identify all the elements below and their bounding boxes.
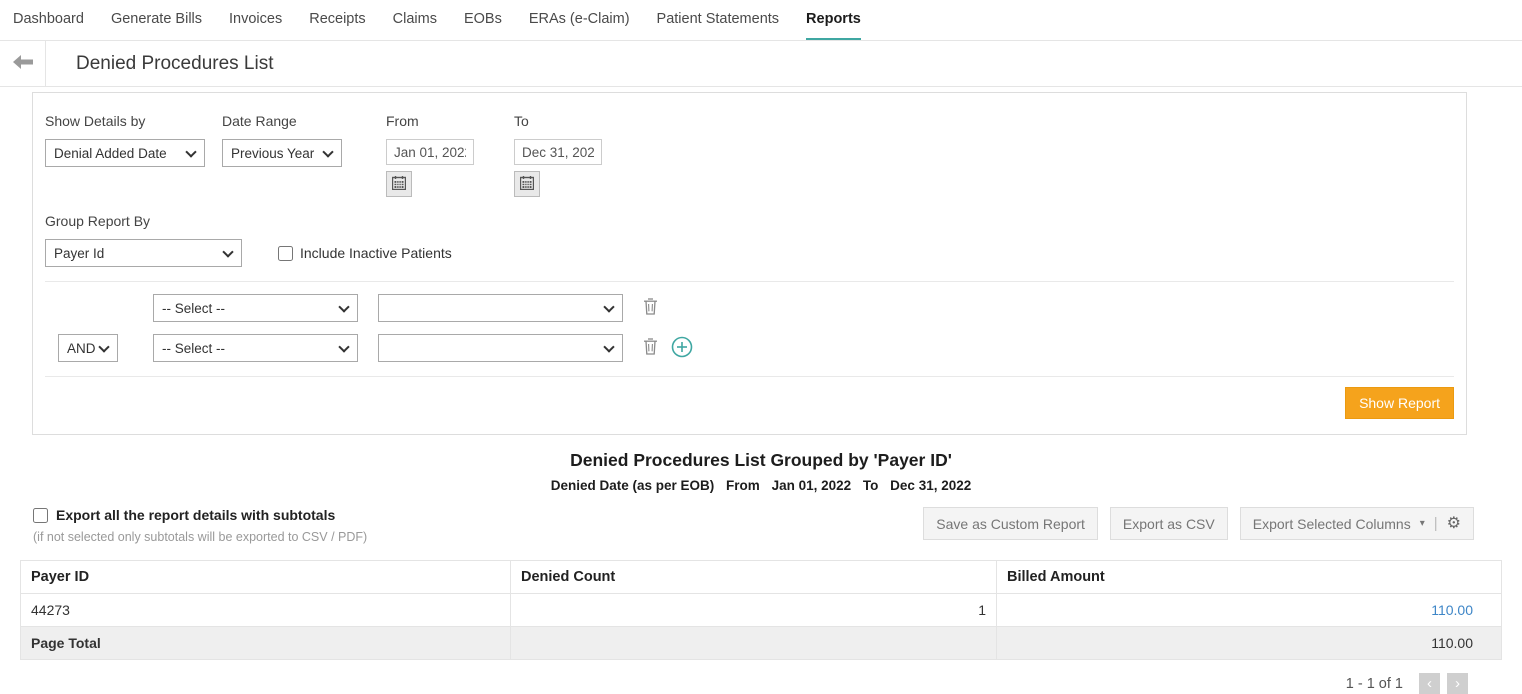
- column-header-payer-id: Payer ID: [21, 561, 511, 594]
- show-report-button[interactable]: Show Report: [1345, 387, 1454, 419]
- page-total-label: Page Total: [21, 627, 511, 660]
- show-details-by-select[interactable]: Denial Added Date: [45, 139, 205, 167]
- page-title: Denied Procedures List: [76, 53, 274, 75]
- from-calendar-button[interactable]: [386, 171, 412, 197]
- report-table: Payer ID Denied Count Billed Amount 4427…: [20, 560, 1502, 660]
- to-date-label: To: [514, 113, 602, 129]
- report-heading: Denied Procedures List Grouped by 'Payer…: [0, 450, 1522, 493]
- gear-icon[interactable]: ⚙: [1447, 516, 1461, 532]
- to-calendar-button[interactable]: [514, 171, 540, 197]
- export-selected-columns-label: Export Selected Columns: [1253, 516, 1411, 532]
- calendar-icon: [392, 176, 406, 193]
- plus-circle-icon: [671, 336, 693, 361]
- report-title: Denied Procedures List Grouped by 'Payer…: [0, 450, 1522, 471]
- condition-value-select-2-wrap: [378, 334, 623, 362]
- prev-page-button[interactable]: ‹: [1419, 673, 1440, 694]
- report-subtitle-from-value: Jan 01, 2022: [772, 478, 852, 493]
- condition-field-select-2-wrap: -- Select --: [153, 334, 358, 362]
- caret-down-icon: ▾: [1420, 518, 1425, 529]
- report-subtitle-from-label: From: [726, 478, 760, 493]
- date-range-select-wrap: Previous Year: [222, 139, 342, 167]
- nav-item-invoices[interactable]: Invoices: [229, 11, 282, 40]
- from-date-input[interactable]: [386, 139, 474, 165]
- calendar-icon: [520, 176, 534, 193]
- top-nav: Dashboard Generate Bills Invoices Receip…: [0, 0, 1522, 41]
- export-note: (if not selected only subtotals will be …: [33, 530, 367, 544]
- report-subtitle-label: Denied Date (as per EOB): [551, 478, 715, 493]
- cell-billed-amount-link[interactable]: 110.00: [1431, 602, 1473, 618]
- delete-condition-button-2[interactable]: [643, 338, 658, 358]
- date-range-label: Date Range: [222, 113, 342, 129]
- cell-denied-count: 1: [511, 594, 997, 627]
- filter-panel: Show Details by Denial Added Date Date R…: [32, 92, 1467, 435]
- pagination-info: 1 - 1 of 1: [1346, 676, 1403, 692]
- nav-item-generate-bills[interactable]: Generate Bills: [111, 11, 202, 40]
- from-date-label: From: [386, 113, 474, 129]
- button-divider: |: [1434, 515, 1438, 532]
- report-subtitle-to-label: To: [863, 478, 879, 493]
- column-header-denied-count: Denied Count: [511, 561, 997, 594]
- condition-value-select-1[interactable]: [378, 294, 623, 322]
- page-header: Denied Procedures List: [0, 41, 1522, 87]
- include-inactive-label: Include Inactive Patients: [300, 245, 452, 261]
- export-details-row: Export all the report details with subto…: [33, 507, 367, 523]
- next-page-button[interactable]: ›: [1447, 673, 1468, 694]
- add-condition-button[interactable]: [671, 336, 693, 361]
- export-controls: Export all the report details with subto…: [33, 507, 1474, 544]
- nav-item-eobs[interactable]: EOBs: [464, 11, 502, 40]
- group-report-by-label: Group Report By: [45, 213, 1454, 229]
- group-report-by-select-wrap: Payer Id: [45, 239, 242, 267]
- nav-item-receipts[interactable]: Receipts: [309, 11, 365, 40]
- export-csv-button[interactable]: Export as CSV: [1110, 507, 1228, 540]
- condition-logic-select-wrap: AND: [58, 334, 118, 362]
- divider: [45, 376, 1454, 377]
- to-date-input[interactable]: [514, 139, 602, 165]
- include-inactive-checkbox[interactable]: [278, 246, 293, 261]
- trash-icon: [643, 298, 658, 318]
- page-total-row: Page Total 110.00: [21, 627, 1502, 660]
- back-button[interactable]: [0, 41, 46, 86]
- table-row: 44273 1 110.00: [21, 594, 1502, 627]
- page-total-billed-amount: 110.00: [997, 627, 1502, 660]
- condition-logic-select[interactable]: AND: [58, 334, 118, 362]
- condition-row-1: -- Select --: [45, 294, 1454, 322]
- condition-value-select-1-wrap: [378, 294, 623, 322]
- column-header-billed-amount: Billed Amount: [997, 561, 1502, 594]
- nav-item-claims[interactable]: Claims: [393, 11, 437, 40]
- show-details-by-label: Show Details by: [45, 113, 205, 129]
- table-header-row: Payer ID Denied Count Billed Amount: [21, 561, 1502, 594]
- nav-item-patient-statements[interactable]: Patient Statements: [657, 11, 780, 40]
- condition-field-select-2[interactable]: -- Select --: [153, 334, 358, 362]
- export-details-label: Export all the report details with subto…: [56, 507, 335, 523]
- trash-icon: [643, 338, 658, 358]
- report-subtitle: Denied Date (as per EOB) From Jan 01, 20…: [0, 478, 1522, 493]
- pagination: 1 - 1 of 1 ‹ ›: [0, 673, 1468, 694]
- export-selected-columns-button[interactable]: Export Selected Columns ▾ | ⚙: [1240, 507, 1474, 540]
- cell-payer-id: 44273: [21, 594, 511, 627]
- condition-row-2: AND -- Select --: [45, 334, 1454, 362]
- nav-item-reports[interactable]: Reports: [806, 11, 861, 40]
- condition-value-select-2[interactable]: [378, 334, 623, 362]
- include-inactive-patients-row: Include Inactive Patients: [278, 245, 452, 261]
- nav-item-dashboard[interactable]: Dashboard: [13, 11, 84, 40]
- export-details-checkbox[interactable]: [33, 508, 48, 523]
- show-details-by-select-wrap: Denial Added Date: [45, 139, 205, 167]
- back-arrow-icon: [13, 55, 33, 72]
- save-custom-report-button[interactable]: Save as Custom Report: [923, 507, 1098, 540]
- group-report-by-select[interactable]: Payer Id: [45, 239, 242, 267]
- delete-condition-button-1[interactable]: [643, 298, 658, 318]
- date-range-select[interactable]: Previous Year: [222, 139, 342, 167]
- condition-field-select-1-wrap: -- Select --: [153, 294, 358, 322]
- nav-item-eras[interactable]: ERAs (e-Claim): [529, 11, 630, 40]
- condition-field-select-1[interactable]: -- Select --: [153, 294, 358, 322]
- page-total-denied-count: [511, 627, 997, 660]
- report-subtitle-to-value: Dec 31, 2022: [890, 478, 971, 493]
- divider: [45, 281, 1454, 282]
